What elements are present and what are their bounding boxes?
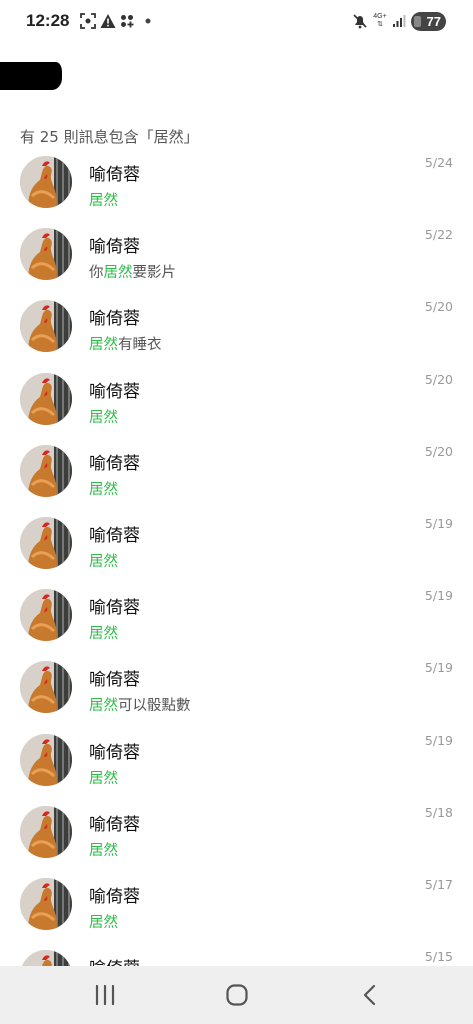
message-date: 5/19 [424,732,453,748]
message-date: 5/15 [424,949,453,965]
preview-highlight: 居然 [103,265,133,282]
sender-name: 喻倚蓉 [89,309,140,330]
message-preview: 你居然要影片 [89,261,176,282]
message-preview: 居然有睡衣 [89,333,162,354]
avatar [20,228,72,281]
message-date: 5/18 [424,804,453,820]
sender-name: 喻倚蓉 [89,598,140,619]
status-bar: 12:28 4G+ ⇅ 77 [0,0,473,44]
preview-highlight: 居然 [89,481,118,498]
message-date: 5/17 [424,876,453,892]
message-row[interactable]: 喻倚蓉 居然 5/18 [0,798,473,870]
notification-dot-icon [144,12,152,30]
message-preview: 居然 [89,406,118,427]
message-preview: 居然 [89,189,118,210]
redacted-title [0,62,62,90]
sender-name: 喻倚蓉 [89,453,140,474]
preview-highlight: 居然 [89,337,118,354]
header [0,58,473,94]
message-preview: 居然 [89,911,118,932]
message-row[interactable]: 喻倚蓉 你居然要影片 5/22 [0,220,473,292]
message-list: 喻倚蓉 居然 5/24 喻倚蓉 你居然要影片 5/22 喻倚蓉 居然有睡衣 5/… [0,148,473,1014]
avatar [20,733,72,786]
signal-icon [392,12,406,30]
avatar [20,444,72,497]
preview-highlight: 居然 [89,553,118,570]
recent-apps-icon[interactable] [90,980,120,1010]
avatar [20,300,72,353]
message-row[interactable]: 喻倚蓉 居然 5/24 [0,148,473,220]
avatar [20,805,72,858]
battery-icon: 77 [411,12,446,31]
warning-icon [100,12,116,30]
data-arrows-icon: ⇅ [377,21,383,28]
sender-name: 喻倚蓉 [89,237,140,258]
message-date: 5/19 [424,588,453,604]
apps-icon [120,12,134,30]
avatar [20,661,72,714]
network-type: 4G+ ⇅ [372,12,388,30]
message-preview: 居然 [89,622,118,643]
sender-name: 喻倚蓉 [89,670,140,691]
mute-icon [352,12,368,30]
back-icon[interactable] [355,980,385,1010]
avatar [20,372,72,425]
message-row[interactable]: 喻倚蓉 居然 5/19 [0,726,473,798]
message-preview: 居然可以骰點數 [89,694,191,715]
search-results-count: 有 25 則訊息包含「居然」 [20,128,199,146]
message-date: 5/19 [424,515,453,531]
avatar [20,589,72,642]
screenshot-icon [80,12,96,30]
preview-post: 有睡衣 [118,337,162,354]
preview-highlight: 居然 [89,842,118,859]
avatar [20,156,72,208]
message-date: 5/20 [424,371,453,387]
home-icon[interactable] [222,980,252,1010]
preview-pre: 你 [89,265,104,282]
sender-name: 喻倚蓉 [89,165,140,185]
preview-highlight: 居然 [89,193,118,209]
message-preview: 居然 [89,767,118,788]
message-date: 5/22 [424,227,453,243]
preview-highlight: 居然 [89,770,118,787]
preview-highlight: 居然 [89,626,118,643]
message-preview: 居然 [89,550,118,571]
preview-post: 要影片 [132,265,177,282]
avatar [20,516,72,569]
preview-highlight: 居然 [89,698,118,715]
preview-highlight: 居然 [89,914,118,931]
status-time: 12:28 [26,11,70,30]
message-row[interactable]: 喻倚蓉 居然 5/17 [0,870,473,942]
network-label: 4G+ [373,13,387,20]
message-date: 5/19 [424,660,453,676]
message-date: 5/20 [424,299,453,315]
navigation-bar [0,966,473,1024]
battery-level: 77 [426,14,441,29]
message-preview: 居然 [89,839,118,860]
sender-name: 喻倚蓉 [89,814,140,835]
sender-name: 喻倚蓉 [89,381,140,402]
message-row[interactable]: 喻倚蓉 居然 5/20 [0,437,473,509]
avatar [20,877,72,930]
message-row[interactable]: 喻倚蓉 居然可以骰點數 5/19 [0,653,473,725]
message-date: 5/20 [424,443,453,459]
message-preview: 居然 [89,478,118,499]
message-row[interactable]: 喻倚蓉 居然 5/19 [0,509,473,581]
message-row[interactable]: 喻倚蓉 居然 5/20 [0,365,473,437]
sender-name: 喻倚蓉 [89,742,140,763]
preview-post: 可以骰點數 [118,698,191,715]
sender-name: 喻倚蓉 [89,886,140,907]
message-row[interactable]: 喻倚蓉 居然 5/19 [0,581,473,653]
sender-name: 喻倚蓉 [89,525,140,546]
message-row[interactable]: 喻倚蓉 居然有睡衣 5/20 [0,292,473,364]
preview-highlight: 居然 [89,409,118,426]
message-date: 5/24 [424,155,453,170]
